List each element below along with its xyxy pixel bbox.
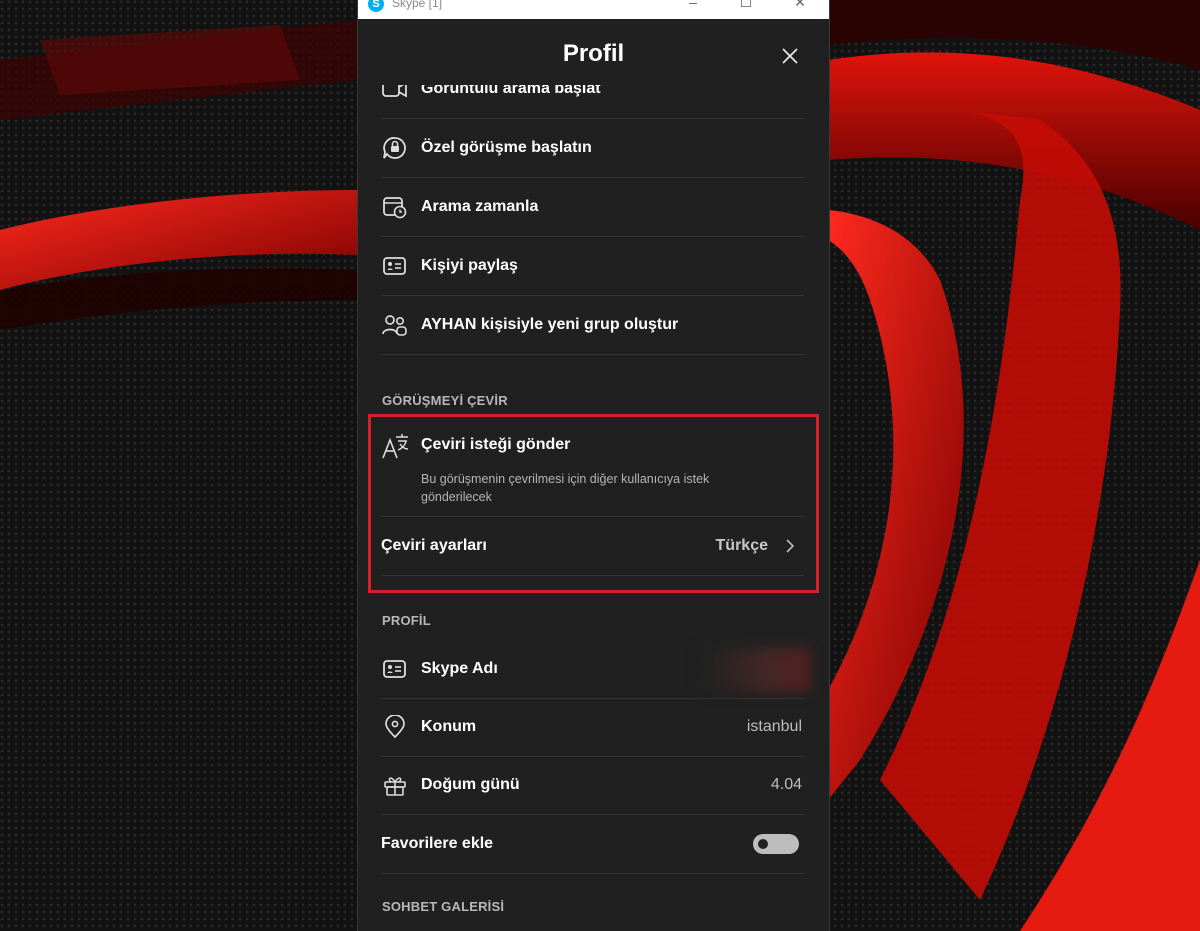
action-share-contact[interactable]: Kişiyi paylaş xyxy=(381,237,804,296)
profile-location-row: Konum istanbul xyxy=(381,698,804,757)
location-pin-icon xyxy=(385,715,405,739)
highlight-box xyxy=(368,414,819,593)
location-label: Konum xyxy=(421,718,477,735)
favorites-toggle[interactable] xyxy=(753,834,799,854)
favorites-label: Favorilere ekle xyxy=(381,835,494,852)
location-value: istanbul xyxy=(746,718,802,735)
redacted-value xyxy=(700,648,810,692)
page-title: Profil xyxy=(562,40,625,67)
birthday-label: Doğum günü xyxy=(421,776,520,793)
id-card-icon xyxy=(383,660,406,678)
profile-skype-name-row[interactable]: Skype Adı xyxy=(381,640,810,699)
birthday-value: 4.04 xyxy=(770,776,802,793)
toggle-knob xyxy=(758,839,768,849)
section-title-gallery: SOHBET GALERİSİ xyxy=(382,899,505,914)
profile-birthday-row: Doğum günü 4.04 xyxy=(381,756,804,815)
profile-panel: Görüntülü arama başlat Özel görüşme başl… xyxy=(358,0,829,931)
skype-name-label: Skype Adı xyxy=(421,660,498,677)
gift-icon xyxy=(384,777,406,796)
people-add-icon xyxy=(382,315,407,336)
action-new-group[interactable]: AYHAN kişisiyle yeni grup oluştur xyxy=(381,296,804,355)
lock-chat-icon xyxy=(383,137,406,159)
action-label: AYHAN kişisiyle yeni grup oluştur xyxy=(421,316,679,333)
action-label: Özel görüşme başlatın xyxy=(421,139,592,156)
calendar-clock-icon xyxy=(383,197,407,219)
section-title-translate: GÖRÜŞMEYİ ÇEVİR xyxy=(382,393,508,408)
action-label: Kişiyi paylaş xyxy=(421,257,518,274)
close-icon[interactable] xyxy=(778,44,802,68)
action-schedule-call[interactable]: Arama zamanla xyxy=(381,178,804,237)
panel-header: Profil xyxy=(358,19,829,85)
favorites-row[interactable]: Favorilere ekle xyxy=(381,815,804,874)
skype-window: S Skype [1] – ☐ ✕ Görüntülü arama başlat… xyxy=(357,0,830,931)
contact-card-icon xyxy=(383,257,406,275)
action-private-chat[interactable]: Özel görüşme başlatın xyxy=(381,119,804,178)
section-title-profile: PROFİL xyxy=(382,613,431,628)
action-label: Arama zamanla xyxy=(421,198,539,215)
